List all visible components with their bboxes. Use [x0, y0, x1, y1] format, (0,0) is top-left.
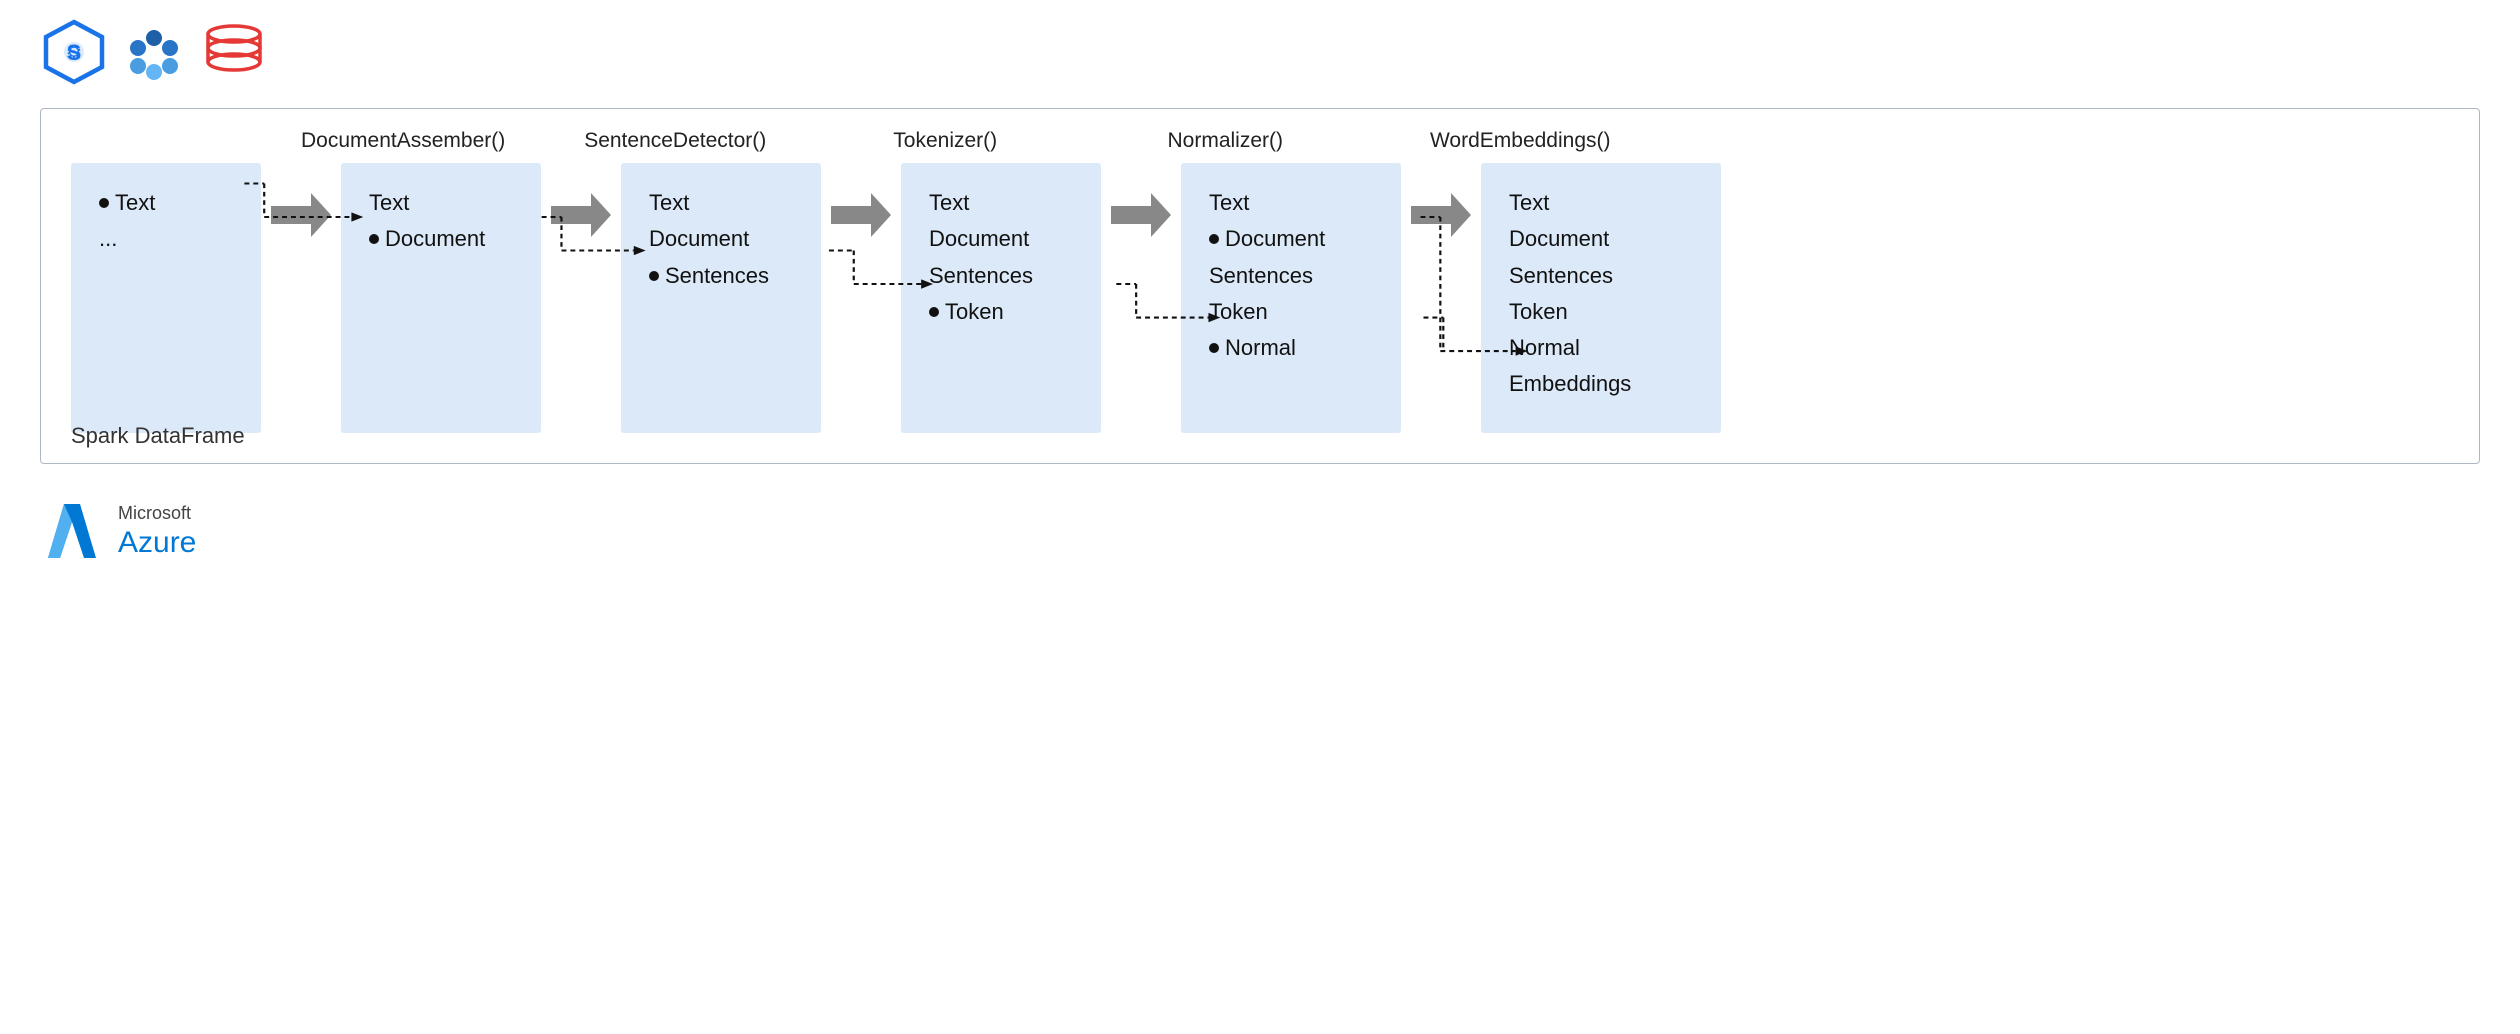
norm-field-token: Token — [1209, 294, 1373, 330]
diagram-container: DocumentAssember() SentenceDetector() To… — [40, 108, 2480, 464]
sd-field-text: Text — [649, 185, 793, 221]
sentence-detector-box: Text Document Sentences — [621, 163, 821, 433]
tok-field-token: Token — [929, 294, 1073, 330]
arrow-1 — [271, 163, 331, 237]
sd-field-document: Document — [649, 221, 793, 257]
we-field-sentences: Sentences — [1509, 258, 1693, 294]
tok-field-document: Document — [929, 221, 1073, 257]
stage-label-sentence-detector: SentenceDetector() — [575, 129, 775, 153]
azure-text: Microsoft Azure — [118, 503, 196, 561]
dot-sentences — [649, 271, 659, 281]
input-field-text: Text — [99, 185, 233, 221]
spark-dataframe-label: Spark DataFrame — [71, 423, 245, 449]
da-field-text: Text — [369, 185, 513, 221]
dot-document — [369, 234, 379, 244]
dot-document-norm — [1209, 234, 1219, 244]
sd-field-sentences: Sentences — [649, 258, 793, 294]
we-field-token: Token — [1509, 294, 1693, 330]
dot-text — [99, 198, 109, 208]
stacks-logo-icon — [200, 18, 268, 86]
header: S ⚙ — [0, 0, 2520, 98]
azure-logo: Microsoft Azure — [40, 500, 196, 564]
we-field-normal: Normal — [1509, 330, 1693, 366]
stage-label-word-embeddings: WordEmbeddings() — [1405, 129, 1635, 153]
azure-logo-icon — [40, 500, 104, 564]
norm-field-normal: Normal — [1209, 330, 1373, 366]
dot-normal — [1209, 343, 1219, 353]
norm-field-text: Text — [1209, 185, 1373, 221]
pipeline-row: Text ... Text Document — [71, 163, 2449, 433]
stage-label-tokenizer: Tokenizer() — [845, 129, 1045, 153]
tok-field-text: Text — [929, 185, 1073, 221]
stage-label-doc-assembler: DocumentAssember() — [301, 129, 505, 153]
input-field-ellipsis: ... — [99, 221, 233, 257]
svg-text:⚙: ⚙ — [66, 42, 82, 62]
stage-label-normalizer: Normalizer() — [1115, 129, 1335, 153]
doc-assembler-box: Text Document — [341, 163, 541, 433]
footer: Microsoft Azure — [0, 478, 2520, 586]
arrow-2 — [551, 163, 611, 237]
norm-field-sentences: Sentences — [1209, 258, 1373, 294]
word-embeddings-box: Text Document Sentences Token Normal Emb… — [1481, 163, 1721, 433]
input-box: Text ... — [71, 163, 261, 433]
tokenizer-box: Text Document Sentences Token — [901, 163, 1101, 433]
databricks-logo-icon — [120, 18, 188, 86]
tok-field-sentences: Sentences — [929, 258, 1073, 294]
norm-field-document: Document — [1209, 221, 1373, 257]
we-field-text: Text — [1509, 185, 1693, 221]
we-field-embeddings: Embeddings — [1509, 366, 1693, 402]
normalizer-box: Text Document Sentences Token Normal — [1181, 163, 1401, 433]
arrow-4 — [1111, 163, 1171, 237]
arrow-3 — [831, 163, 891, 237]
da-field-document: Document — [369, 221, 513, 257]
spark-logo-icon: S ⚙ — [40, 18, 108, 86]
dot-token — [929, 307, 939, 317]
we-field-document: Document — [1509, 221, 1693, 257]
arrow-5 — [1411, 163, 1471, 237]
